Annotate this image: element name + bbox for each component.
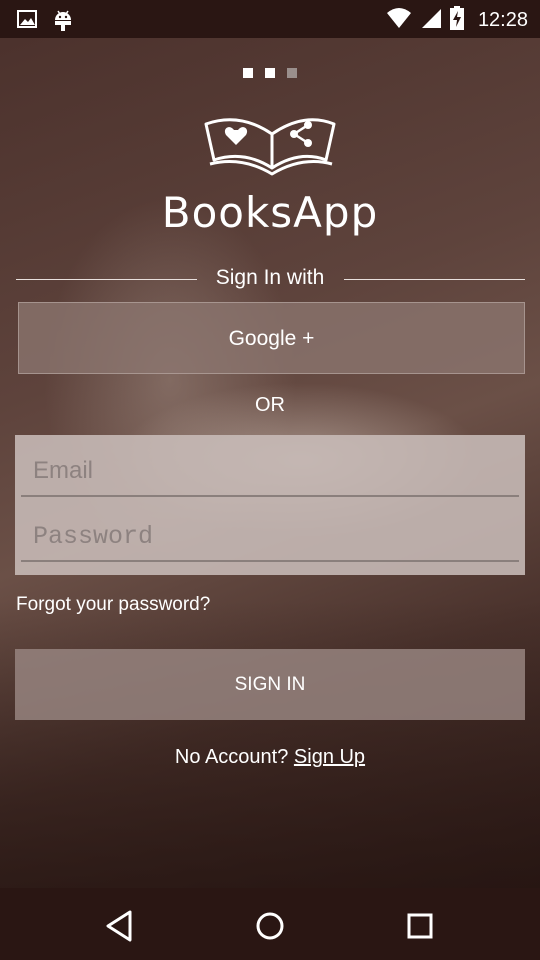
brand-name: BooksApp [161, 188, 379, 237]
email-field[interactable] [21, 447, 519, 497]
page-indicator [243, 68, 297, 78]
recents-icon[interactable] [402, 908, 438, 944]
sign-in-with-label: Sign In with [215, 266, 325, 289]
google-plus-button[interactable]: Google + [18, 302, 525, 374]
sign-in-button[interactable]: SIGN IN [15, 649, 525, 720]
wifi-icon [386, 7, 412, 34]
no-account-label: No Account? [174, 746, 289, 768]
page-dot [265, 68, 275, 78]
navigation-bar [0, 888, 540, 960]
page-dot [287, 68, 297, 78]
or-separator: OR [255, 394, 285, 416]
battery-charging-icon [449, 6, 464, 35]
back-icon[interactable] [102, 908, 138, 944]
image-icon [16, 8, 38, 37]
android-icon [52, 8, 74, 37]
forgot-password-link[interactable]: Forgot your password? [16, 594, 210, 616]
status-time: 12:28 [477, 9, 528, 31]
no-account-row: No Account? Sign Up [0, 746, 540, 769]
password-field[interactable] [21, 512, 519, 562]
signal-icon [420, 7, 442, 34]
background-shade [0, 600, 540, 890]
open-book-heart-share-icon [200, 104, 340, 180]
home-icon[interactable] [252, 908, 288, 944]
page-dot [243, 68, 253, 78]
login-form [15, 435, 525, 575]
status-bar: 12:28 [0, 0, 540, 38]
sign-up-link[interactable]: Sign Up [294, 746, 365, 768]
